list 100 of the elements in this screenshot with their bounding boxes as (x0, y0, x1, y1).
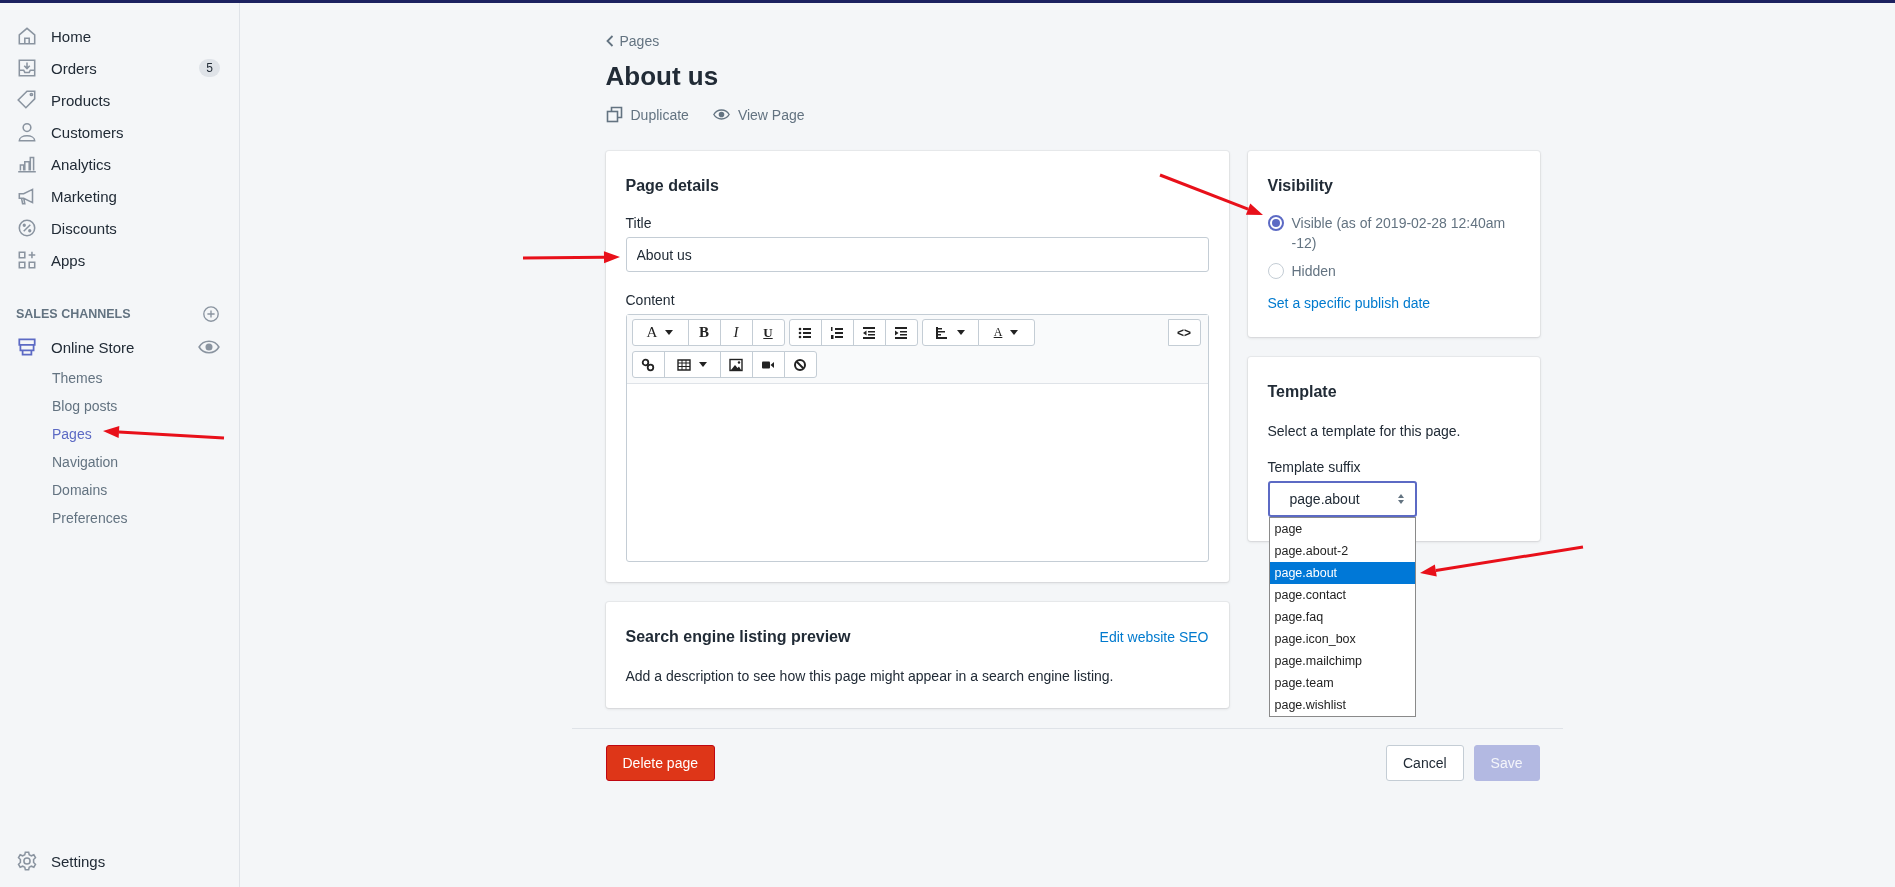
radio-label: Visible (as of 2019-02-28 12:40am -12) (1291, 214, 1507, 253)
table-button[interactable] (663, 351, 721, 378)
sidebar-subitem[interactable]: Themes (0, 364, 239, 392)
bullet-list-icon (798, 325, 812, 340)
sidebar-item-label: Marketing (51, 187, 118, 205)
settings-icon (16, 850, 38, 872)
template-select[interactable]: page.about (1267, 481, 1417, 517)
eye-icon (712, 106, 730, 123)
align-icon (935, 325, 949, 340)
image-button[interactable] (719, 351, 753, 378)
sidebar-item[interactable]: Marketing (0, 180, 239, 212)
numbered-list-icon (830, 325, 844, 340)
dropdown-option[interactable]: page.about (1269, 562, 1415, 584)
indent-button[interactable] (884, 319, 918, 346)
caret-icon (665, 330, 674, 335)
caret-icon (1010, 330, 1019, 335)
tag-icon (16, 89, 38, 111)
text-color-button[interactable]: A (977, 319, 1035, 346)
caret-icon (957, 330, 965, 335)
sidebar-subitem[interactable]: Blog posts (0, 392, 239, 420)
back-link[interactable]: Pages (605, 33, 660, 49)
bold-button[interactable]: B (687, 319, 721, 346)
field-label: Title (625, 215, 653, 231)
video-button[interactable] (751, 351, 785, 378)
duplicate-button[interactable]: Duplicate (605, 106, 689, 123)
font-button[interactable]: A (631, 319, 689, 346)
sidebar-item-label: Customers (51, 123, 125, 141)
sidebar-subitem[interactable]: Domains (0, 476, 239, 504)
sidebar-item[interactable]: Analytics (0, 148, 239, 180)
clear-format-icon (793, 357, 807, 372)
sidebar-item[interactable]: Home (0, 20, 239, 52)
radio-label: Hidden (1291, 262, 1336, 281)
dropdown-option[interactable]: page.mailchimp (1269, 650, 1415, 672)
indent-icon (894, 325, 908, 340)
caret-icon (699, 362, 707, 367)
person-icon (16, 121, 38, 143)
edit-seo-link[interactable]: Edit website SEO (1099, 629, 1209, 645)
dropdown-option[interactable]: page.wishlist (1269, 694, 1415, 716)
dropdown-option[interactable]: page (1269, 518, 1415, 540)
dropdown-option[interactable]: page.faq (1269, 606, 1415, 628)
field-label: Content (625, 292, 676, 308)
align-button[interactable] (921, 319, 979, 346)
underline-button[interactable]: U (751, 319, 785, 346)
sidebar-item-label: Home (51, 27, 92, 45)
outdent-button[interactable] (852, 319, 886, 346)
title-input[interactable]: About us (625, 237, 1209, 272)
sidebar-item[interactable]: Settings (0, 845, 239, 877)
code-button[interactable]: <> (1167, 319, 1201, 346)
sidebar-subitem[interactable]: Preferences (0, 504, 239, 532)
link-button[interactable] (631, 351, 665, 378)
copy-icon (605, 106, 623, 123)
count-badge: 5 (199, 59, 220, 77)
sidebar-subitem[interactable]: Navigation (0, 448, 239, 476)
bullet-list-button[interactable] (788, 319, 822, 346)
field-label: Template suffix (1267, 459, 1362, 475)
card-heading: Page details (625, 177, 720, 195)
card-heading: Visibility (1267, 177, 1334, 195)
home-icon (16, 25, 38, 47)
sidebar-item-label: Online Store (51, 338, 136, 356)
dropdown-option[interactable]: page.icon_box (1269, 628, 1415, 650)
radio-button[interactable] (1267, 215, 1284, 231)
add-circle-icon[interactable] (202, 305, 220, 323)
section-heading: SALES CHANNELS (16, 307, 131, 321)
sidebar-item-label: Products (51, 91, 112, 109)
page-title: About us (605, 61, 720, 92)
sidebar-item[interactable]: Apps (0, 244, 239, 276)
delete-button[interactable]: Delete page (605, 745, 715, 781)
sidebar-item[interactable]: Online Store (0, 330, 239, 364)
card-heading: Search engine listing preview (625, 628, 851, 646)
dropdown-option[interactable]: page.contact (1269, 584, 1415, 606)
sidebar-item[interactable]: Products (0, 84, 239, 116)
sidebar-subitem[interactable]: Pages (0, 420, 239, 448)
card-heading: Template (1267, 383, 1338, 401)
clear-format-button[interactable] (783, 351, 817, 378)
link-icon (641, 357, 655, 372)
numbered-list-button[interactable] (820, 319, 854, 346)
view-page-button[interactable]: View Page (712, 106, 805, 123)
apps-grid-icon (16, 249, 38, 271)
sidebar-item-label: Apps (51, 251, 87, 269)
up-down-arrows-icon (1396, 493, 1405, 505)
inbox-icon (16, 57, 38, 79)
percent-badge-icon (16, 217, 38, 239)
seo-description: Add a description to see how this page might appear in a search engine listing. (625, 668, 1115, 684)
outdent-icon (862, 325, 876, 340)
sidebar-item-label: Orders (51, 59, 98, 77)
sidebar-item[interactable]: Discounts (0, 212, 239, 244)
dropdown-option[interactable]: page.team (1269, 672, 1415, 694)
italic-button[interactable]: I (719, 319, 753, 346)
sidebar-item[interactable]: Customers (0, 116, 239, 148)
publish-date-link[interactable]: Set a specific publish date (1267, 295, 1431, 311)
sidebar-item-label: Analytics (51, 155, 113, 173)
rich-text-editor[interactable]: A B I U A <> (625, 314, 1209, 562)
table-icon (677, 357, 691, 372)
cancel-button[interactable]: Cancel (1386, 745, 1464, 781)
sidebar-item-label: Settings (51, 852, 107, 870)
sidebar-item[interactable]: Orders 5 (0, 52, 239, 84)
image-icon (729, 357, 743, 372)
dropdown-option[interactable]: page.about-2 (1269, 540, 1415, 562)
template-description: Select a template for this page. (1267, 423, 1462, 439)
sidebar-item-label: Discounts (51, 219, 118, 237)
